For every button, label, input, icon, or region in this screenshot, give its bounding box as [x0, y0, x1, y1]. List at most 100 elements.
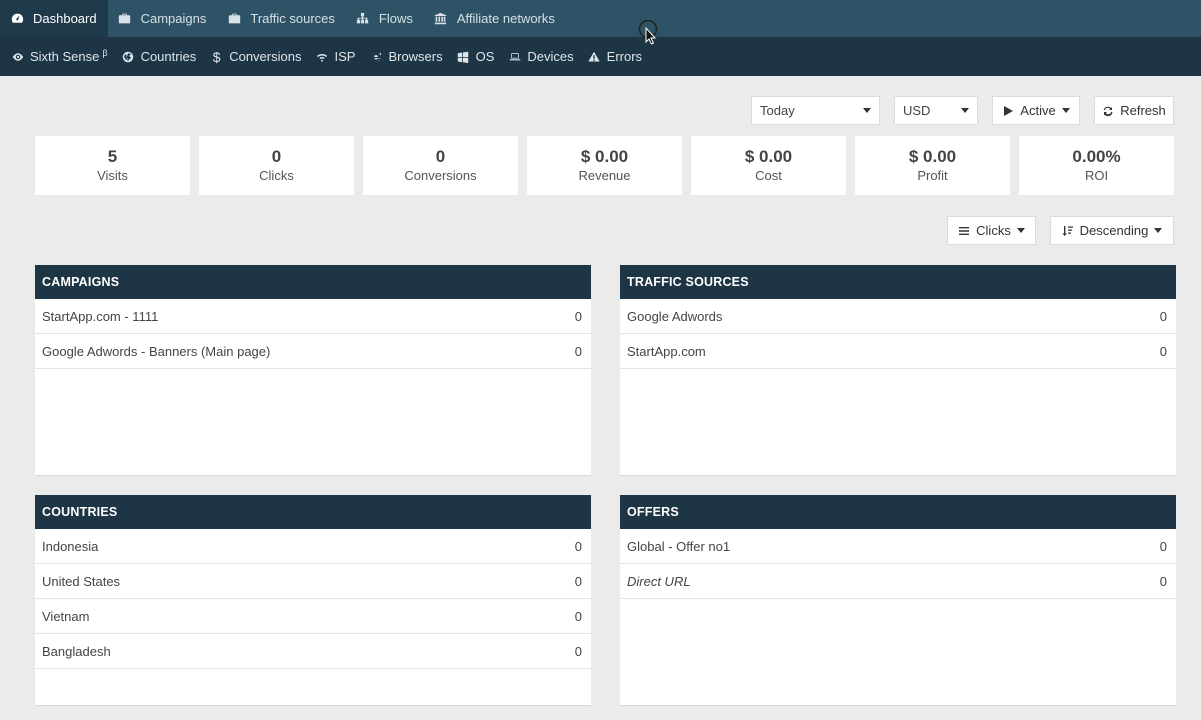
subnav-isp[interactable]: ISP	[308, 49, 362, 64]
beta-superscript: β	[102, 47, 108, 58]
currency-select[interactable]: USD	[894, 96, 978, 125]
offers-panel: OFFERS Global - Offer no1 0 Direct URL 0	[620, 495, 1176, 706]
row-value: 0	[574, 573, 582, 589]
list-item[interactable]: Vietnam 0	[35, 599, 591, 634]
currency-value: USD	[903, 103, 931, 118]
mouse-cursor-icon	[638, 20, 658, 45]
status-dropdown-button[interactable]: Active	[992, 96, 1080, 125]
list-item[interactable]: Bangladesh 0	[35, 634, 591, 669]
dollar-icon: $	[212, 48, 221, 65]
row-value: 0	[574, 538, 582, 554]
row-value: 0	[574, 343, 582, 359]
sort-order-dropdown[interactable]: Descending	[1050, 216, 1174, 245]
stat-value: 0.00%	[1072, 146, 1121, 166]
refresh-button[interactable]: Refresh	[1094, 96, 1174, 125]
sort-by-label: Clicks	[976, 223, 1011, 238]
chevron-down-icon	[1016, 228, 1025, 233]
subnav-countries[interactable]: Countries	[115, 49, 204, 64]
nav-flows[interactable]: Flows	[346, 0, 424, 37]
subnav-os[interactable]: OS	[450, 49, 502, 64]
eye-icon	[11, 50, 24, 63]
sitemap-icon	[356, 12, 370, 26]
list-item[interactable]: United States 0	[35, 564, 591, 599]
traffic-sources-panel: TRAFFIC SOURCES Google Adwords 0 StartAp…	[620, 265, 1176, 476]
list-item[interactable]: Global - Offer no1 0	[620, 529, 1176, 564]
stat-cost: $ 0.00 Cost	[691, 136, 846, 195]
nav-dashboard[interactable]: Dashboard	[0, 0, 108, 37]
briefcase-icon	[227, 12, 241, 26]
stat-value: $ 0.00	[908, 146, 957, 166]
subnav-sixth-sense-label: Sixth Sense	[30, 49, 100, 64]
subnav-isp-label: ISP	[334, 49, 356, 64]
chevron-down-icon	[863, 108, 871, 113]
chevron-down-icon	[961, 108, 969, 113]
list-item[interactable]: Google Adwords - Banners (Main page) 0	[35, 334, 591, 369]
stat-label: Clicks	[259, 167, 294, 183]
stat-profit: $ 0.00 Profit	[855, 136, 1010, 195]
browser-icon	[369, 50, 382, 63]
row-value: 0	[574, 643, 582, 659]
subnav-browsers[interactable]: Browsers	[362, 49, 449, 64]
list-item[interactable]: StartApp.com - 1111 0	[35, 299, 591, 334]
stat-value: 0	[271, 146, 282, 166]
play-icon	[1002, 105, 1014, 117]
warning-icon	[588, 50, 601, 63]
bank-icon	[434, 12, 448, 26]
row-value: 0	[1159, 343, 1167, 359]
nav-dashboard-label: Dashboard	[33, 11, 97, 26]
sort-by-dropdown[interactable]: Clicks	[947, 216, 1036, 245]
row-name: Direct URL	[627, 573, 691, 589]
nav-campaigns-label: Campaigns	[140, 11, 207, 26]
stat-clicks: 0 Clicks	[199, 136, 354, 195]
status-label: Active	[1020, 103, 1056, 118]
campaigns-panel: CAMPAIGNS StartApp.com - 1111 0 Google A…	[35, 265, 591, 476]
nav-campaigns[interactable]: Campaigns	[108, 0, 218, 37]
stat-value: 5	[107, 146, 118, 166]
nav-affiliate-networks[interactable]: Affiliate networks	[424, 0, 566, 37]
period-value: Today	[760, 103, 795, 118]
stat-roi: 0.00% ROI	[1019, 136, 1174, 195]
top-navigation: Dashboard Campaigns Traffic sources Flow…	[0, 0, 1201, 37]
subnav-sixth-sense[interactable]: Sixth Sense β	[4, 47, 115, 64]
nav-traffic-sources[interactable]: Traffic sources	[217, 0, 346, 37]
subnav-conversions[interactable]: $ Conversions	[203, 48, 308, 65]
stat-label: Profit	[917, 167, 948, 183]
stat-value: 0	[435, 146, 446, 166]
chevron-down-icon	[1154, 228, 1163, 233]
list-item[interactable]: Indonesia 0	[35, 529, 591, 564]
stat-label: Visits	[97, 167, 128, 183]
subnav-devices[interactable]: Devices	[501, 49, 580, 64]
refresh-icon	[1102, 105, 1114, 117]
row-name: Global - Offer no1	[627, 538, 731, 554]
nav-flows-label: Flows	[378, 11, 413, 26]
row-value: 0	[1159, 538, 1167, 554]
panel-title: OFFERS	[620, 495, 1176, 529]
period-select[interactable]: Today	[751, 96, 880, 125]
sort-descending-icon	[1062, 225, 1074, 237]
stat-label: Conversions	[404, 167, 477, 183]
chevron-down-icon	[1061, 108, 1070, 113]
briefcase-icon	[118, 12, 132, 26]
subnav-browsers-label: Browsers	[388, 49, 443, 64]
row-value: 0	[1159, 573, 1167, 589]
row-name: StartApp.com	[627, 343, 706, 359]
laptop-icon	[508, 50, 521, 63]
panel-title: CAMPAIGNS	[35, 265, 591, 299]
list-item[interactable]: Direct URL 0	[620, 564, 1176, 599]
refresh-label: Refresh	[1120, 103, 1166, 118]
subnav-errors-label: Errors	[606, 49, 643, 64]
sort-order-label: Descending	[1079, 223, 1149, 238]
row-value: 0	[574, 308, 582, 324]
subnav-errors[interactable]: Errors	[581, 49, 649, 64]
list-item[interactable]: Google Adwords 0	[620, 299, 1176, 334]
nav-traffic-sources-label: Traffic sources	[250, 11, 335, 26]
row-name: Indonesia	[42, 538, 99, 554]
list-item[interactable]: StartApp.com 0	[620, 334, 1176, 369]
nav-affiliate-networks-label: Affiliate networks	[456, 11, 555, 26]
stat-visits: 5 Visits	[35, 136, 190, 195]
row-name: Vietnam	[42, 608, 90, 624]
subnav-conversions-label: Conversions	[229, 49, 302, 64]
stat-conversions: 0 Conversions	[363, 136, 518, 195]
stat-label: ROI	[1084, 167, 1109, 183]
wifi-icon	[315, 50, 328, 63]
